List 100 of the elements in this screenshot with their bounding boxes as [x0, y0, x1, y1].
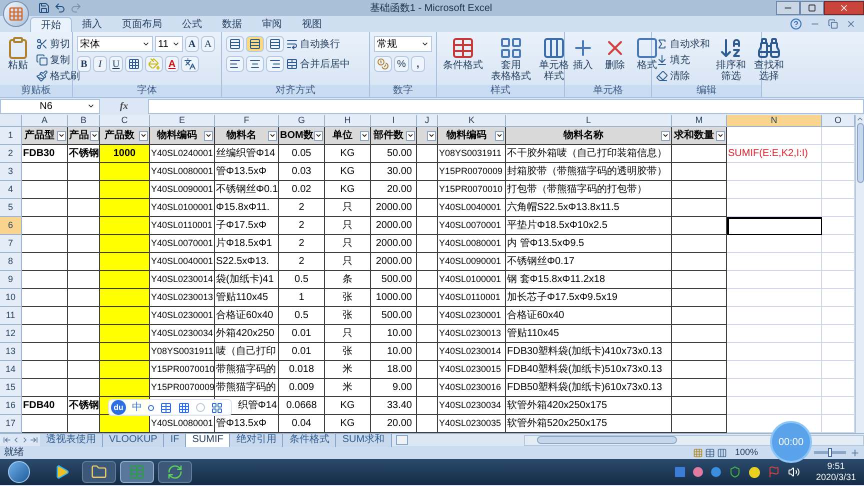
zoom-slider[interactable] — [814, 451, 846, 454]
font-color-button[interactable]: A — [165, 56, 179, 72]
filter-button[interactable] — [139, 130, 148, 140]
sheet-tab[interactable]: IF — [164, 434, 186, 446]
row-header[interactable]: 4 — [0, 181, 22, 199]
row-header[interactable]: 8 — [0, 253, 22, 271]
fill-color-button[interactable] — [145, 56, 163, 72]
close-icon[interactable] — [846, 19, 856, 29]
name-box[interactable]: N6 — [0, 98, 100, 114]
column-header[interactable]: H — [325, 115, 371, 127]
column-header[interactable]: A — [22, 115, 68, 127]
percent-button[interactable]: % — [394, 56, 409, 72]
column-header[interactable]: B — [68, 115, 100, 127]
undo-icon[interactable] — [54, 2, 66, 14]
shield-tray-icon[interactable] — [728, 466, 741, 478]
align-right-button[interactable] — [266, 56, 284, 72]
ribbon-tab[interactable]: 审阅 — [252, 17, 292, 32]
ime-toolbar[interactable]: du 中 — [108, 399, 232, 416]
input-mode-button[interactable]: 中 — [132, 400, 142, 415]
row-header[interactable]: 3 — [0, 163, 22, 181]
volume-tray-icon[interactable] — [788, 466, 800, 478]
zoom-level[interactable]: 100% — [734, 446, 758, 460]
formula-field[interactable] — [148, 98, 864, 114]
ribbon-tab[interactable]: 视图 — [292, 17, 332, 32]
paste-button[interactable]: 粘贴 — [4, 36, 32, 71]
folder-taskbar-icon[interactable] — [82, 461, 116, 483]
column-header[interactable]: L — [506, 115, 672, 127]
column-header[interactable]: I — [371, 115, 417, 127]
page-break-icon[interactable] — [716, 448, 727, 458]
ribbon-tab[interactable]: 插入 — [72, 17, 112, 32]
filter-button[interactable] — [268, 130, 277, 140]
sheet-tab[interactable]: VLOOKUP — [103, 434, 164, 446]
number-format-field[interactable]: 常规 — [374, 36, 432, 52]
maximize-button[interactable] — [800, 1, 824, 15]
first-sheet-icon[interactable] — [2, 436, 10, 444]
ribbon-tab[interactable]: 数据 — [212, 17, 252, 32]
column-header[interactable]: E — [150, 115, 215, 127]
filter-button[interactable] — [661, 130, 670, 140]
conditional-format-button[interactable]: 条件格式 — [441, 36, 485, 71]
middle-align-button[interactable] — [246, 36, 264, 52]
filter-button[interactable] — [314, 130, 324, 140]
sheet-tab[interactable]: 透视表使用 — [40, 434, 103, 446]
baidu-logo[interactable]: du — [111, 400, 126, 415]
horizontal-scrollbar[interactable] — [524, 434, 864, 446]
merge-center-button[interactable]: 合并后居中 — [286, 56, 350, 72]
column-header[interactable]: F — [215, 115, 279, 127]
shrink-font-button[interactable]: A — [201, 36, 215, 52]
vertical-scrollbar[interactable] — [855, 115, 864, 433]
delete-button[interactable]: 删除 — [601, 36, 629, 71]
row-header[interactable]: 10 — [0, 289, 22, 307]
bottom-align-button[interactable] — [266, 36, 284, 52]
restore-icon[interactable] — [828, 19, 838, 29]
zoom-thumb[interactable] — [828, 448, 832, 457]
insert-function-button[interactable]: fx — [104, 98, 144, 114]
cut-button[interactable]: 剪切 — [36, 36, 80, 52]
ribbon-tab[interactable]: 页面布局 — [112, 17, 172, 32]
table-format-button[interactable]: 套用 表格格式 — [489, 36, 533, 82]
row-header[interactable]: 17 — [0, 415, 22, 433]
sheet-tab[interactable]: 绝对引用 — [230, 434, 284, 446]
top-align-button[interactable] — [226, 36, 244, 52]
row-header[interactable]: 16 — [0, 397, 22, 415]
align-center-button[interactable] — [246, 56, 264, 72]
column-header[interactable]: J — [417, 115, 438, 127]
font-name-field[interactable]: 宋体 — [77, 36, 153, 52]
comma-button[interactable]: , — [410, 56, 425, 72]
row-header[interactable]: 2 — [0, 145, 22, 163]
italic-button[interactable]: I — [93, 56, 107, 72]
row-header[interactable]: 15 — [0, 379, 22, 397]
ribbon-tab[interactable]: 开始 — [30, 17, 72, 32]
sheet-tab[interactable]: SUMIF — [186, 434, 230, 446]
flag-tray-icon[interactable] — [768, 466, 780, 478]
row-header[interactable]: 14 — [0, 361, 22, 379]
row-header[interactable]: 6 — [0, 217, 22, 235]
filter-button[interactable] — [57, 130, 66, 140]
align-left-button[interactable] — [226, 56, 244, 72]
page-layout-icon[interactable] — [704, 448, 715, 458]
cell-style-button[interactable]: 单元格 样式 — [537, 36, 571, 82]
grid-menu-icon[interactable] — [211, 402, 223, 414]
start-button[interactable] — [8, 461, 30, 483]
filter-button[interactable] — [427, 130, 436, 140]
sheet-tab[interactable]: 条件格式 — [283, 434, 336, 446]
copy-button[interactable]: 复制 — [36, 52, 80, 68]
sheet-tab[interactable]: SUM求和 — [336, 434, 392, 446]
underline-button[interactable]: U — [109, 56, 123, 72]
filter-button[interactable] — [90, 130, 99, 140]
column-header[interactable]: M — [672, 115, 727, 127]
row-header[interactable]: 5 — [0, 199, 22, 217]
row-header[interactable]: 11 — [0, 307, 22, 325]
ribbon-tab[interactable]: 公式 — [172, 17, 212, 32]
save-icon[interactable] — [38, 2, 50, 14]
column-header[interactable]: N — [727, 115, 822, 127]
bold-button[interactable]: B — [77, 56, 91, 72]
filter-button[interactable] — [360, 130, 369, 140]
row-header[interactable]: 12 — [0, 325, 22, 343]
find-select-button[interactable]: 查找和 选择 — [752, 36, 786, 82]
border-button[interactable] — [125, 56, 143, 72]
filter-button[interactable] — [204, 130, 213, 140]
format-painter-button[interactable]: 格式刷 — [36, 68, 80, 84]
row-header[interactable]: 9 — [0, 271, 22, 289]
column-header[interactable]: G — [279, 115, 325, 127]
